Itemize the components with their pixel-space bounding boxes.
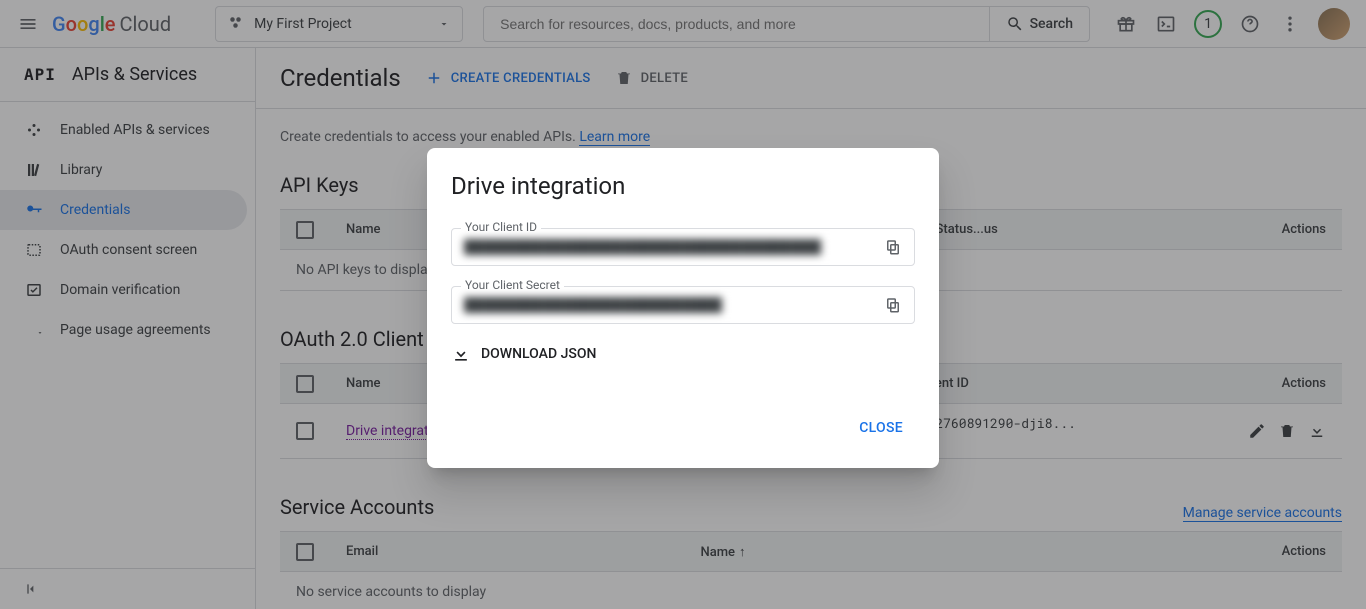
client-id-label: Your Client ID [461,220,541,234]
client-id-field: Your Client ID [451,228,915,266]
client-secret-label: Your Client Secret [461,278,564,292]
download-json-label: DOWNLOAD JSON [481,346,596,362]
client-secret-field: Your Client Secret [451,286,915,324]
copy-icon[interactable] [880,234,906,260]
client-id-input[interactable] [464,239,880,255]
modal-overlay[interactable]: Drive integration Your Client ID Your Cl… [0,0,1366,609]
download-json-button[interactable]: DOWNLOAD JSON [451,344,915,364]
client-secret-input[interactable] [464,297,880,313]
oauth-client-modal: Drive integration Your Client ID Your Cl… [427,148,939,468]
modal-title: Drive integration [451,172,915,200]
download-icon [451,344,471,364]
close-button[interactable]: CLOSE [847,412,915,444]
copy-icon[interactable] [880,292,906,318]
